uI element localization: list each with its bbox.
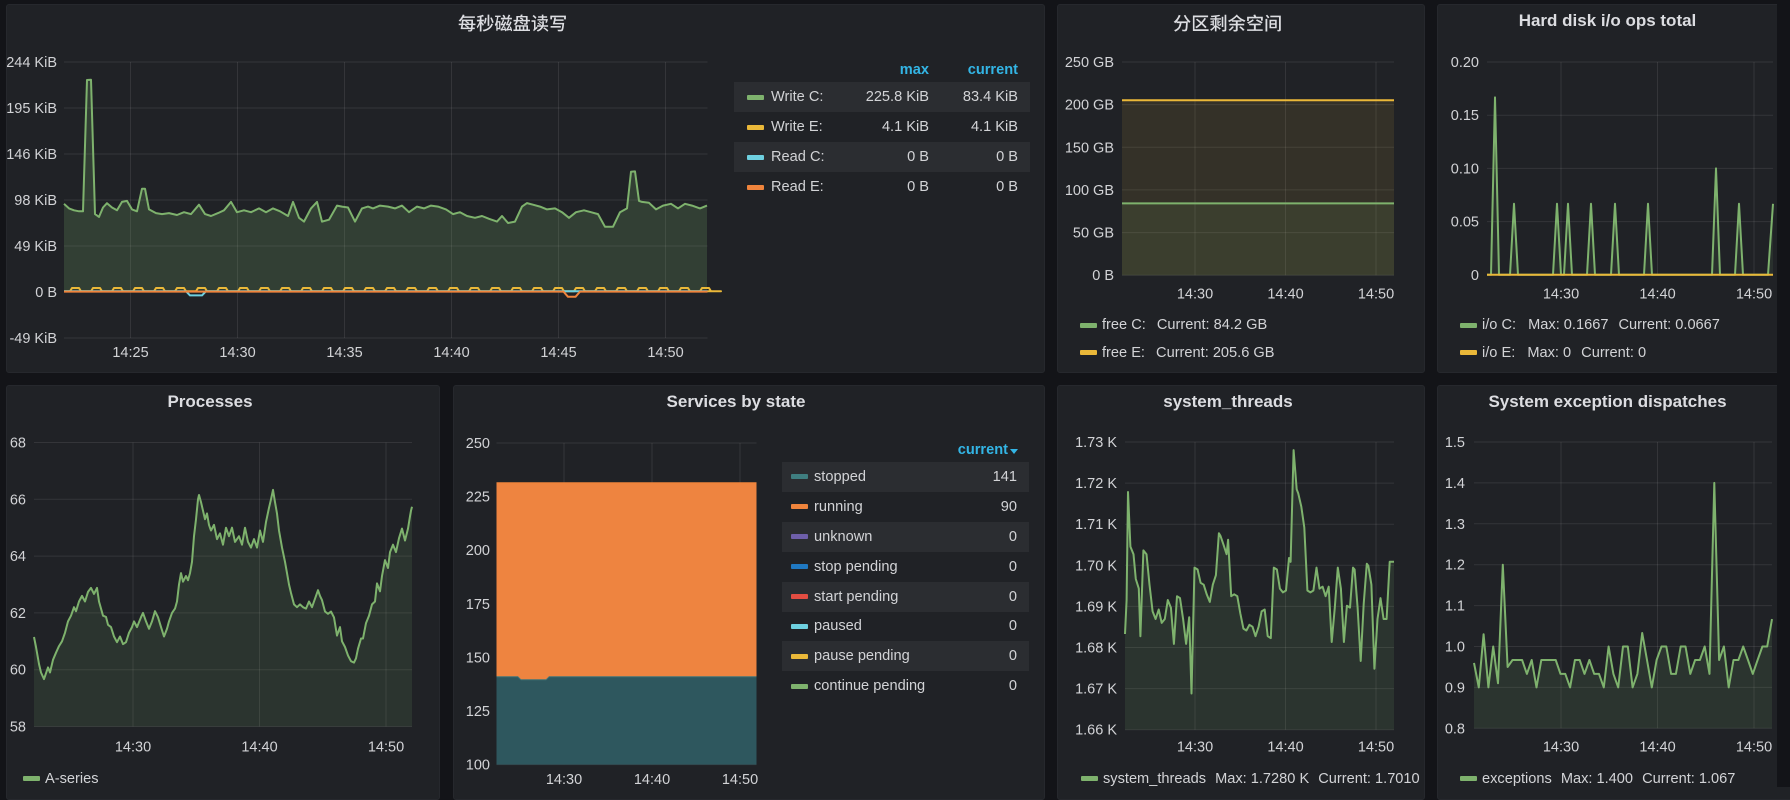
- svg-text:1.0: 1.0: [1445, 640, 1465, 656]
- svg-text:14:40: 14:40: [241, 740, 277, 756]
- svg-text:50 GB: 50 GB: [1073, 226, 1114, 242]
- svg-text:1.2: 1.2: [1445, 558, 1465, 574]
- svg-text:14:30: 14:30: [219, 345, 255, 361]
- svg-text:14:40: 14:40: [634, 772, 670, 788]
- svg-text:14:30: 14:30: [1177, 287, 1213, 303]
- svg-text:14:30: 14:30: [1543, 740, 1579, 756]
- svg-text:1.3: 1.3: [1445, 517, 1465, 533]
- svg-text:0.15: 0.15: [1451, 108, 1479, 124]
- svg-text:0.05: 0.05: [1451, 215, 1479, 231]
- svg-text:64: 64: [10, 549, 26, 565]
- svg-text:14:50: 14:50: [647, 345, 683, 361]
- svg-text:0 B: 0 B: [35, 285, 57, 301]
- svg-text:1.68 K: 1.68 K: [1075, 641, 1117, 657]
- svg-text:1.4: 1.4: [1445, 476, 1465, 492]
- svg-text:14:45: 14:45: [540, 345, 576, 361]
- svg-text:58: 58: [10, 720, 26, 736]
- svg-text:14:40: 14:40: [1639, 740, 1675, 756]
- svg-text:14:30: 14:30: [115, 740, 151, 756]
- svg-text:100 GB: 100 GB: [1065, 183, 1114, 199]
- svg-text:14:30: 14:30: [546, 772, 582, 788]
- svg-text:1.67 K: 1.67 K: [1075, 682, 1117, 698]
- svg-text:250: 250: [466, 436, 490, 452]
- svg-text:1.69 K: 1.69 K: [1075, 599, 1117, 615]
- svg-text:1.66 K: 1.66 K: [1075, 723, 1117, 739]
- svg-text:60: 60: [10, 663, 26, 679]
- svg-text:14:40: 14:40: [1267, 740, 1303, 756]
- svg-text:0.9: 0.9: [1445, 680, 1465, 696]
- svg-text:0.10: 0.10: [1451, 161, 1479, 177]
- svg-text:1.73 K: 1.73 K: [1075, 435, 1117, 451]
- svg-text:200 GB: 200 GB: [1065, 98, 1114, 114]
- svg-text:100: 100: [466, 758, 490, 774]
- svg-text:62: 62: [10, 606, 26, 622]
- svg-text:225: 225: [466, 490, 490, 506]
- svg-text:1.1: 1.1: [1445, 599, 1465, 615]
- svg-text:1.70 K: 1.70 K: [1075, 558, 1117, 574]
- svg-text:14:50: 14:50: [1736, 287, 1772, 303]
- svg-text:14:35: 14:35: [326, 345, 362, 361]
- svg-text:14:50: 14:50: [1358, 287, 1394, 303]
- svg-text:14:50: 14:50: [1736, 740, 1772, 756]
- svg-text:0 B: 0 B: [1092, 268, 1114, 284]
- svg-text:200: 200: [466, 543, 490, 559]
- svg-text:125: 125: [466, 704, 490, 720]
- svg-text:175: 175: [466, 597, 490, 613]
- svg-text:146 KiB: 146 KiB: [7, 147, 57, 163]
- svg-text:14:40: 14:40: [433, 345, 469, 361]
- svg-text:49 KiB: 49 KiB: [14, 239, 57, 255]
- svg-text:14:30: 14:30: [1177, 740, 1213, 756]
- svg-text:98 KiB: 98 KiB: [14, 193, 57, 209]
- svg-text:-49 KiB: -49 KiB: [9, 331, 57, 347]
- svg-text:0.20: 0.20: [1451, 55, 1479, 71]
- svg-text:14:30: 14:30: [1543, 287, 1579, 303]
- svg-text:150 GB: 150 GB: [1065, 140, 1114, 156]
- svg-text:0.8: 0.8: [1445, 721, 1465, 737]
- svg-text:0: 0: [1471, 268, 1479, 284]
- svg-text:1.5: 1.5: [1445, 435, 1465, 451]
- svg-text:14:25: 14:25: [112, 345, 148, 361]
- svg-text:66: 66: [10, 492, 26, 508]
- svg-text:1.72 K: 1.72 K: [1075, 476, 1117, 492]
- svg-text:14:50: 14:50: [722, 772, 758, 788]
- svg-text:14:50: 14:50: [1358, 740, 1394, 756]
- svg-text:14:40: 14:40: [1267, 287, 1303, 303]
- svg-text:1.71 K: 1.71 K: [1075, 517, 1117, 533]
- svg-text:244 KiB: 244 KiB: [7, 55, 57, 71]
- svg-text:68: 68: [10, 436, 26, 452]
- svg-text:195 KiB: 195 KiB: [7, 101, 57, 117]
- svg-text:14:50: 14:50: [368, 740, 404, 756]
- svg-text:14:40: 14:40: [1639, 287, 1675, 303]
- svg-text:150: 150: [466, 650, 490, 666]
- svg-text:250 GB: 250 GB: [1065, 55, 1114, 71]
